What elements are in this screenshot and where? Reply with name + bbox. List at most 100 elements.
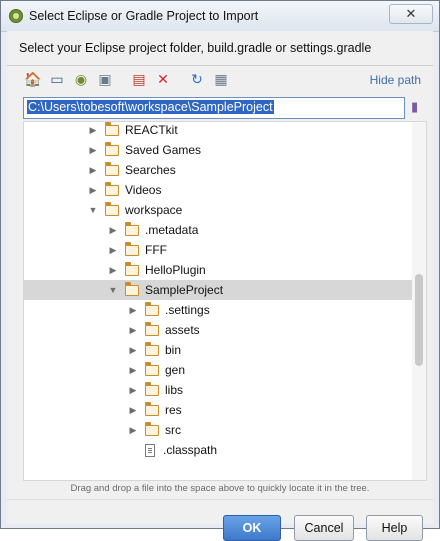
file-icon xyxy=(145,443,155,457)
tree-row[interactable]: ▶ Videos xyxy=(24,180,412,200)
tree-row[interactable]: ▶ FFF xyxy=(24,240,412,260)
tree-row[interactable]: ▶ bin xyxy=(24,340,412,360)
tree-row-label: Videos xyxy=(125,183,162,197)
tree-row[interactable]: ▶ res xyxy=(24,400,412,420)
tree-row[interactable]: ▶ HelloPlugin xyxy=(24,260,412,280)
folder-icon xyxy=(124,261,139,276)
vertical-scrollbar[interactable] xyxy=(412,122,426,480)
tree-row-label: .settings xyxy=(165,303,210,317)
ok-button[interactable]: OK xyxy=(223,515,281,541)
chevron-down-icon[interactable]: ▼ xyxy=(108,285,118,295)
folder-icon xyxy=(104,122,119,136)
folder-icon xyxy=(144,381,159,396)
chevron-right-icon[interactable]: ▶ xyxy=(108,265,118,275)
tree-row[interactable]: ▶ REACTkit xyxy=(24,122,412,140)
chevron-right-icon[interactable]: ▶ xyxy=(128,345,138,355)
tree-row[interactable]: ▼ workspace xyxy=(24,200,412,220)
chevron-right-icon[interactable]: ▶ xyxy=(88,185,98,195)
delete-icon[interactable]: ✕ xyxy=(153,69,173,89)
project-icon[interactable]: ◉ xyxy=(71,69,91,89)
hide-path-link[interactable]: Hide path xyxy=(370,73,421,87)
history-icon[interactable]: ▮ xyxy=(411,99,423,116)
chevron-right-icon[interactable]: ▶ xyxy=(128,325,138,335)
path-row: C:\Users\tobesoft\workspace\SampleProjec… xyxy=(23,97,419,119)
folder-icon xyxy=(104,161,119,176)
android-studio-icon xyxy=(9,9,23,23)
chevron-right-icon[interactable]: ▶ xyxy=(128,365,138,375)
chevron-down-icon[interactable]: ▼ xyxy=(88,205,98,215)
tree-row[interactable]: ▶ Searches xyxy=(24,160,412,180)
toolbar-separator xyxy=(177,69,183,89)
path-input-value: C:\Users\tobesoft\workspace\SampleProjec… xyxy=(27,100,274,114)
cancel-button[interactable]: Cancel xyxy=(294,515,354,541)
close-button[interactable]: ✕ xyxy=(389,4,433,24)
chevron-right-icon[interactable]: ▶ xyxy=(108,225,118,235)
chevron-right-icon[interactable]: ▶ xyxy=(128,405,138,415)
chevron-right-icon[interactable]: ▶ xyxy=(128,305,138,315)
folder-icon xyxy=(144,321,159,336)
window-title: Select Eclipse or Gradle Project to Impo… xyxy=(29,9,259,23)
toolbar: 🏠 ▭ ◉ ▣ ▤ ✕ ↻ ▦ xyxy=(23,69,231,91)
show-hidden-icon[interactable]: ▦ xyxy=(211,69,231,89)
desktop-icon[interactable]: ▭ xyxy=(47,69,67,89)
dialog-body: Select your Eclipse project folder, buil… xyxy=(7,31,433,541)
chevron-right-icon[interactable]: ▶ xyxy=(88,145,98,155)
tree-row[interactable]: ▶ assets xyxy=(24,320,412,340)
chevron-right-icon[interactable]: ▶ xyxy=(88,125,98,135)
tree-row[interactable]: ▼ SampleProject xyxy=(24,280,412,300)
new-folder-icon[interactable]: ▤ xyxy=(129,69,149,89)
tree-row[interactable]: ▶ gen xyxy=(24,360,412,380)
folder-icon xyxy=(104,181,119,196)
tree-row-label: workspace xyxy=(125,203,183,217)
module-icon[interactable]: ▣ xyxy=(95,69,115,89)
drag-drop-hint: Drag and drop a file into the space abov… xyxy=(70,483,370,494)
tree-row-label: assets xyxy=(165,323,200,337)
tree-row-label: src xyxy=(165,423,181,437)
tree-row-label: .classpath xyxy=(163,443,218,457)
scrollbar-thumb[interactable] xyxy=(415,274,423,366)
folder-icon xyxy=(144,301,159,316)
tree-row-label: Saved Games xyxy=(125,143,202,157)
folder-icon xyxy=(144,421,159,436)
home-icon[interactable]: 🏠 xyxy=(23,69,43,89)
help-button[interactable]: Help xyxy=(366,515,423,541)
tree-row[interactable]: ▶ .settings xyxy=(24,300,412,320)
folder-icon xyxy=(104,141,119,156)
tree-row[interactable]: .classpath xyxy=(24,440,412,460)
instruction-text: Select your Eclipse project folder, buil… xyxy=(19,41,372,55)
tree-row-label: gen xyxy=(165,363,186,377)
folder-icon xyxy=(124,281,139,296)
file-tree[interactable]: .classpath ▶ src ▶ res ▶ libs ▶ gen ▶ bin ▶ assets ▶.… xyxy=(23,121,427,481)
tree-row-label: bin xyxy=(165,343,182,357)
chevron-right-icon[interactable]: ▶ xyxy=(128,425,138,435)
path-input[interactable]: C:\Users\tobesoft\workspace\SampleProjec… xyxy=(23,97,405,119)
tree-row[interactable]: ▶ src xyxy=(24,420,412,440)
folder-icon xyxy=(144,341,159,356)
refresh-icon[interactable]: ↻ xyxy=(187,69,207,89)
folder-icon xyxy=(124,221,139,236)
tree-row[interactable]: ▶ .metadata xyxy=(24,220,412,240)
header-divider xyxy=(7,65,433,66)
chevron-right-icon[interactable]: ▶ xyxy=(108,245,118,255)
chevron-right-icon[interactable]: ▶ xyxy=(128,385,138,395)
folder-icon xyxy=(124,241,139,256)
close-icon: ✕ xyxy=(405,6,417,21)
footer-divider xyxy=(7,499,433,500)
tree-row-label: REACTkit xyxy=(125,123,178,137)
title-bar[interactable]: Select Eclipse or Gradle Project to Impo… xyxy=(1,1,439,32)
tree-row-label: Searches xyxy=(125,163,176,177)
tree-row[interactable]: ▶ Saved Games xyxy=(24,140,412,160)
tree-row-label: SampleProject xyxy=(145,283,224,297)
tree-row-label: FFF xyxy=(145,243,167,257)
tree-row-label: .metadata xyxy=(145,223,199,237)
folder-icon xyxy=(144,361,159,376)
chevron-right-icon[interactable]: ▶ xyxy=(88,165,98,175)
chevron-right-icon[interactable] xyxy=(128,445,138,455)
tree-row[interactable]: ▶ libs xyxy=(24,380,412,400)
toolbar-separator xyxy=(119,69,125,89)
import-dialog-window: Select Eclipse or Gradle Project to Impo… xyxy=(0,0,440,541)
tree-row-label: libs xyxy=(165,383,184,397)
tree-row-label: HelloPlugin xyxy=(145,263,206,277)
folder-icon xyxy=(144,401,159,416)
folder-icon xyxy=(104,201,119,216)
